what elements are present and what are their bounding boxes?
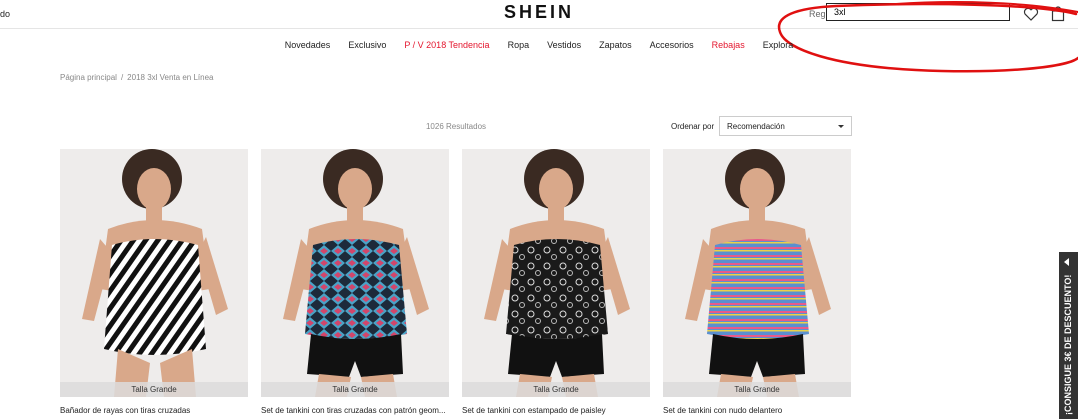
nav-item[interactable]: P / V 2018 Tendencia [404,40,489,50]
product-image[interactable] [261,149,449,397]
main-nav: Novedades Exclusivo P / V 2018 Tendencia Ro… [0,40,1078,50]
product-title[interactable]: Set de tankini con tiras cruzadas con pa… [261,406,449,415]
product-image[interactable] [462,149,650,397]
caret-down-icon [838,125,844,128]
product-image[interactable] [60,149,248,397]
discount-side-tab[interactable]: ¡CONSIGUE 3€ DE DESCUENTO! [1059,252,1078,419]
discount-side-tab-label: ¡CONSIGUE 3€ DE DESCUENTO! [1063,274,1073,415]
breadcrumb-home[interactable]: Página principal [60,73,117,82]
bag-icon[interactable] [1050,6,1066,22]
search-input[interactable]: 3xl [826,3,1010,21]
nav-item[interactable]: Zapatos [599,40,632,50]
product-title[interactable]: Set de tankini con estampado de paisley [462,406,650,415]
sort-select[interactable]: Recomendación [719,116,852,136]
breadcrumb-current: 2018 3xl Venta en Línea [127,73,214,82]
top-bar: do SHEIN Regi 3xl [0,0,1078,29]
heart-icon[interactable] [1023,6,1039,22]
region-label[interactable]: Regi [809,9,828,19]
product-card[interactable]: Talla Grande Set de tankini con estampado… [462,149,650,419]
nav-item[interactable]: Rebajas [712,40,745,50]
plus-size-badge: Talla Grande [261,382,449,397]
nav-item[interactable]: Novedades [285,40,331,50]
product-card[interactable]: Talla Grande Set de tankini con tiras cru… [261,149,449,419]
product-title[interactable]: Bañador de rayas con tiras cruzadas [60,406,248,415]
breadcrumb: Página principal/2018 3xl Venta en Línea [60,73,213,82]
sort-select-value: Recomendación [727,122,785,131]
product-image[interactable] [663,149,851,397]
nav-item[interactable]: Accesorios [650,40,694,50]
nav-item[interactable]: Vestidos [547,40,581,50]
product-card[interactable]: Talla Grande Bañador de rayas con tiras c… [60,149,248,419]
nav-item[interactable]: Ropa [508,40,530,50]
nav-item[interactable]: Exclusivo [348,40,386,50]
plus-size-badge: Talla Grande [60,382,248,397]
nav-item[interactable]: Explora [763,40,794,50]
product-card[interactable]: Talla Grande Set de tankini con nudo dela… [663,149,851,419]
breadcrumb-separator: / [120,73,124,82]
product-title[interactable]: Set de tankini con nudo delantero [663,406,851,415]
plus-size-badge: Talla Grande [663,382,851,397]
plus-size-badge: Talla Grande [462,382,650,397]
sort-label: Ordenar por [671,122,715,131]
